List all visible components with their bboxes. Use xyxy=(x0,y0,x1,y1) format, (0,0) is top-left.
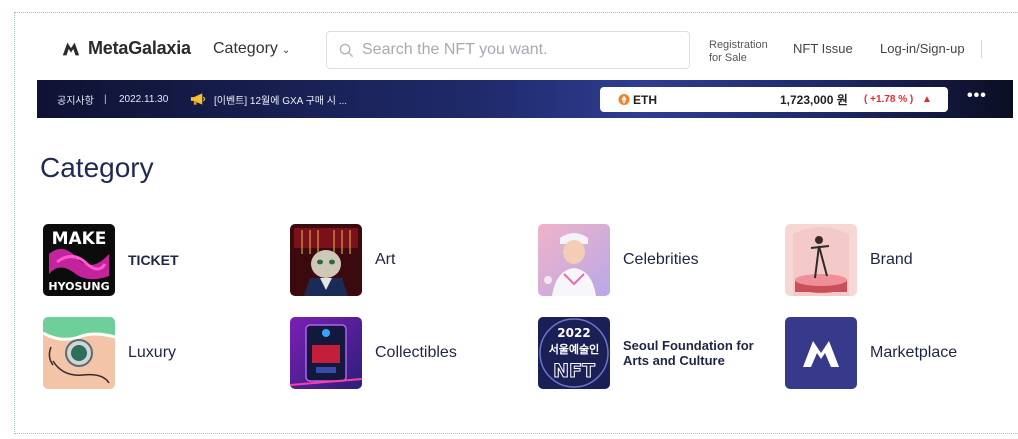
category-seoul-foundation[interactable]: 2022 서울예술인 NFT Seoul Foundation for Arts… xyxy=(538,317,754,389)
category-label-collectibles: Collectibles xyxy=(375,344,457,361)
seoul-foundation-thumbnail: 2022 서울예술인 NFT xyxy=(538,317,610,389)
category-brand[interactable]: Brand xyxy=(785,224,913,296)
category-label-ticket: TICKET xyxy=(128,252,179,268)
search-box[interactable] xyxy=(326,31,690,69)
seoul-thumb-text-mid: 서울예술인 xyxy=(549,342,600,356)
seoul-thumb-text-bottom: NFT xyxy=(553,360,595,382)
notice-date: 2022.11.30 xyxy=(119,93,169,105)
category-label-marketplace: Marketplace xyxy=(870,344,958,361)
marketplace-thumbnail xyxy=(785,317,857,389)
chevron-down-icon: ⌄ xyxy=(281,44,291,56)
category-menu[interactable]: Category ⌄ xyxy=(213,40,290,58)
category-menu-label: Category xyxy=(213,40,278,57)
registration-line1: Registration xyxy=(709,39,768,51)
megaphone-icon xyxy=(190,93,206,105)
registration-for-sale-link[interactable]: Registration for Sale xyxy=(709,39,768,65)
metagalaxia-logo-icon xyxy=(62,42,80,55)
luxury-thumbnail xyxy=(43,317,115,389)
collectibles-thumbnail xyxy=(290,317,362,389)
search-input[interactable] xyxy=(362,41,682,59)
seoul-label-line1: Seoul Foundation for xyxy=(623,338,754,353)
seoul-thumb-text-top: 2022 xyxy=(557,326,590,340)
category-label-art: Art xyxy=(375,251,396,268)
seoul-label-line2: Arts and Culture xyxy=(623,353,725,368)
ticket-thumb-text-bottom: HYOSUNG xyxy=(48,280,109,293)
coin-price: 1,723,000 원 xyxy=(780,93,848,107)
category-marketplace[interactable]: Marketplace xyxy=(785,317,957,389)
category-label-seoul-foundation: Seoul Foundation for Arts and Culture xyxy=(623,338,754,368)
art-thumbnail xyxy=(290,224,362,296)
search-icon xyxy=(339,43,354,57)
notice-label[interactable]: 공지사항 xyxy=(57,92,94,107)
category-collectibles[interactable]: Collectibles xyxy=(290,317,457,389)
category-luxury[interactable]: Luxury xyxy=(43,317,176,389)
notice-separator: | xyxy=(104,93,107,105)
category-label-celebrities: Celebrities xyxy=(623,251,699,268)
ticket-thumb-text-top: MAKE xyxy=(52,229,107,249)
logo-text: MetaGalaxia xyxy=(88,38,191,58)
category-ticket[interactable]: MAKE HYOSUNG TICKET xyxy=(43,224,179,296)
nav-divider xyxy=(981,40,982,58)
ticket-thumbnail: MAKE HYOSUNG xyxy=(43,224,115,296)
category-art[interactable]: Art xyxy=(290,224,395,296)
brand-thumbnail xyxy=(785,224,857,296)
eth-coin-icon xyxy=(618,94,630,105)
nft-issue-link[interactable]: NFT Issue xyxy=(793,41,853,56)
notice-text[interactable]: [이벤트] 12월에 GXA 구매 시 ... xyxy=(214,92,347,107)
celebrities-thumbnail xyxy=(538,224,610,296)
coin-change: ( +1.78 % ) xyxy=(864,94,914,105)
category-label-brand: Brand xyxy=(870,251,913,268)
login-signup-link[interactable]: Log-in/Sign-up xyxy=(880,41,965,56)
eth-price-ticker[interactable]: ETH 1,723,000 원 ( +1.78 % ) ▲ xyxy=(600,87,948,112)
logo[interactable]: MetaGalaxia xyxy=(60,38,191,59)
coin-symbol: ETH xyxy=(633,92,657,107)
category-title: Category xyxy=(40,152,154,183)
notice-ticker-bar: 공지사항 | 2022.11.30 [이벤트] 12월에 GXA 구매 시 ..… xyxy=(37,80,1013,118)
more-options-button[interactable]: ••• xyxy=(967,87,987,105)
up-arrow-icon: ▲ xyxy=(922,94,932,105)
site-header: MetaGalaxia Category ⌄ Registration for … xyxy=(0,0,1018,78)
registration-line2: for Sale xyxy=(709,52,747,64)
category-label-luxury: Luxury xyxy=(128,344,177,361)
category-celebrities[interactable]: Celebrities xyxy=(538,224,699,296)
